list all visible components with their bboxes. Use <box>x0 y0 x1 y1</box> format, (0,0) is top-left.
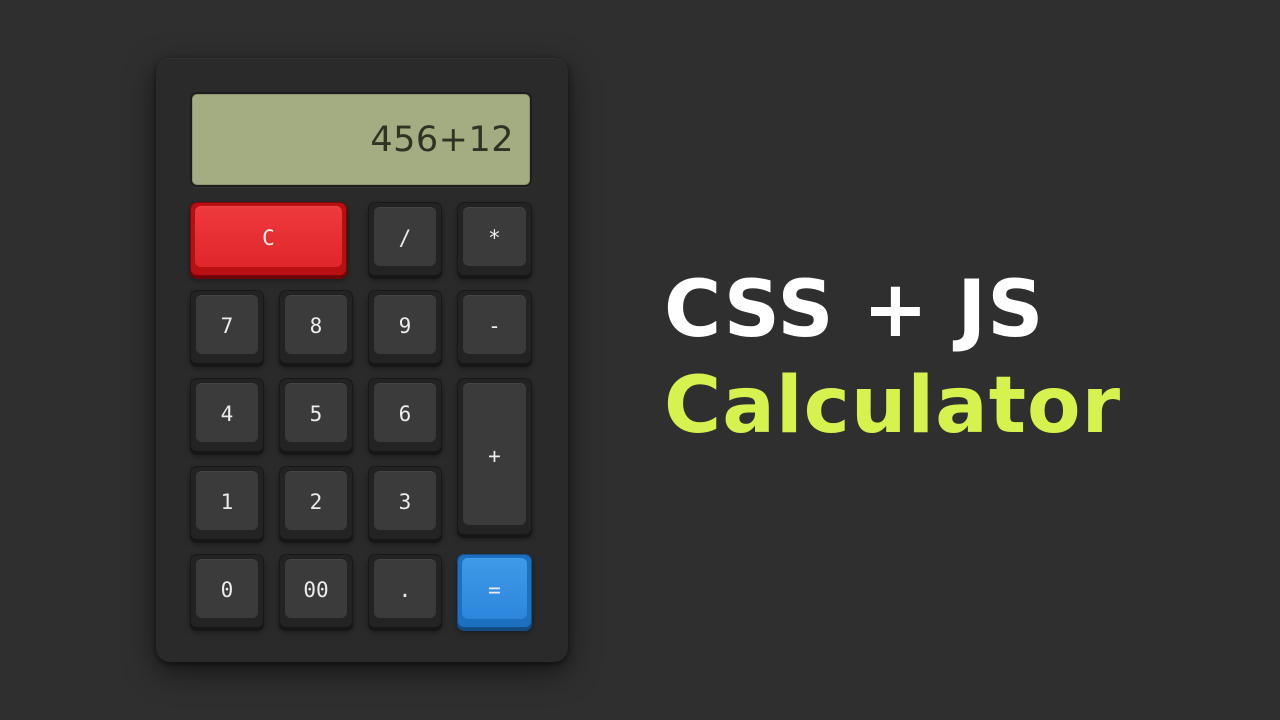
digit-1-button[interactable]: 1 <box>190 466 264 540</box>
digit-7-button[interactable]: 7 <box>190 290 264 364</box>
digit-2-label: 2 <box>309 489 323 514</box>
calculator-display: 456+12 <box>190 92 532 187</box>
digit-8-button[interactable]: 8 <box>279 290 353 364</box>
decimal-button-label: . <box>398 577 412 602</box>
double-zero-label: 00 <box>303 577 329 602</box>
minus-button-label: - <box>488 313 501 338</box>
equals-button[interactable]: = <box>457 554 532 628</box>
digit-7-label: 7 <box>220 313 234 338</box>
divide-button[interactable]: / <box>368 202 442 276</box>
digit-9-label: 9 <box>398 313 412 338</box>
calculator: 456+12 C / * 7 8 9 - 4 5 6 + 1 2 3 0 00 … <box>156 58 568 662</box>
digit-0-button[interactable]: 0 <box>190 554 264 628</box>
digit-6-button[interactable]: 6 <box>368 378 442 452</box>
digit-4-label: 4 <box>220 401 234 426</box>
headline-line-2: Calculator <box>664 361 1122 451</box>
digit-9-button[interactable]: 9 <box>368 290 442 364</box>
display-value: 456+12 <box>370 120 514 160</box>
headline-line-1: CSS + JS <box>664 265 1045 355</box>
digit-3-button[interactable]: 3 <box>368 466 442 540</box>
digit-5-button[interactable]: 5 <box>279 378 353 452</box>
digit-6-label: 6 <box>398 401 412 426</box>
stage: 456+12 C / * 7 8 9 - 4 5 6 + 1 2 3 0 00 … <box>0 0 1280 720</box>
decimal-button[interactable]: . <box>368 554 442 628</box>
clear-button[interactable]: C <box>190 202 347 276</box>
plus-button-label: + <box>488 443 501 468</box>
equals-button-label: = <box>488 577 501 602</box>
digit-5-label: 5 <box>309 401 323 426</box>
digit-2-button[interactable]: 2 <box>279 466 353 540</box>
multiply-button-label: * <box>488 225 501 250</box>
digit-4-button[interactable]: 4 <box>190 378 264 452</box>
digit-8-label: 8 <box>309 313 323 338</box>
multiply-button[interactable]: * <box>457 202 532 276</box>
divide-button-label: / <box>398 225 412 250</box>
digit-1-label: 1 <box>220 489 234 514</box>
clear-button-label: C <box>262 225 275 250</box>
digit-3-label: 3 <box>398 489 412 514</box>
minus-button[interactable]: - <box>457 290 532 364</box>
plus-button[interactable]: + <box>457 378 532 535</box>
digit-0-label: 0 <box>220 577 234 602</box>
double-zero-button[interactable]: 00 <box>279 554 353 628</box>
headline: CSS + JS Calculator <box>664 262 1121 454</box>
